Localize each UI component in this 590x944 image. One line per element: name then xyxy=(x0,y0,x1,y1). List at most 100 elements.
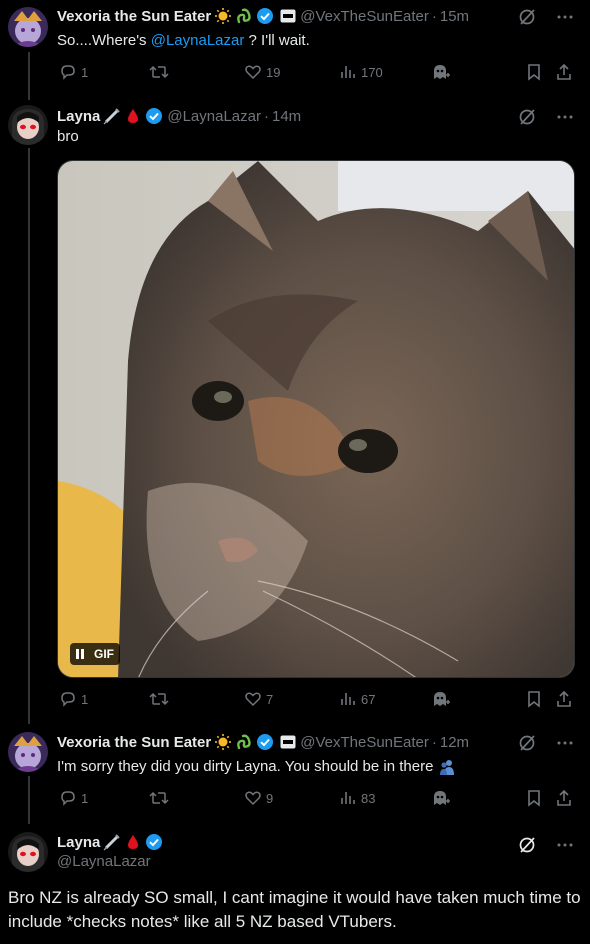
verified-badge-icon[interactable] xyxy=(145,107,163,125)
thread-line xyxy=(28,148,30,724)
snake-icon xyxy=(235,733,253,751)
repost-icon xyxy=(149,65,169,79)
display-name[interactable]: Vexoria the Sun Eater xyxy=(57,734,211,751)
display-name[interactable]: Vexoria the Sun Eater xyxy=(57,8,211,25)
views-icon xyxy=(341,66,355,78)
verified-badge-icon[interactable] xyxy=(256,7,274,25)
views-button[interactable]: 67 xyxy=(339,690,375,708)
repost-icon xyxy=(149,791,169,805)
bookmark-button[interactable] xyxy=(526,789,542,807)
reply-icon xyxy=(61,692,75,707)
thread-line xyxy=(28,776,30,824)
tweet-text: I'm sorry they did you dirty Layna. You … xyxy=(57,757,456,777)
bookmark-icon xyxy=(528,790,540,807)
sun-icon xyxy=(214,7,232,25)
reply-count: 1 xyxy=(81,790,89,806)
bookmark-icon xyxy=(528,691,540,708)
more-icon[interactable] xyxy=(556,836,574,859)
like-button[interactable]: 7 xyxy=(244,690,273,708)
share-icon xyxy=(557,63,571,80)
like-icon xyxy=(245,791,261,806)
ghost-icon xyxy=(434,65,450,79)
views-count: 83 xyxy=(361,790,376,806)
tweet-text-focused: Bro NZ is already SO small, I cant imagi… xyxy=(8,888,581,931)
snake-icon xyxy=(235,7,253,25)
timestamp[interactable]: 14m xyxy=(272,108,301,125)
handle[interactable]: @LaynaLazar xyxy=(167,108,261,125)
ghost-button[interactable] xyxy=(431,63,451,81)
share-button[interactable] xyxy=(555,789,573,807)
syringe-icon xyxy=(103,833,121,851)
ghost-button[interactable] xyxy=(431,690,451,708)
action-bar: 1 7 67 xyxy=(57,690,575,710)
verified-badge-icon[interactable] xyxy=(145,833,163,851)
timestamp[interactable]: 15m xyxy=(440,8,469,25)
tweet-3[interactable]: Vexoria the Sun Eater @VexTheSunEater · … xyxy=(0,720,590,824)
tweet-text-part: I'm sorry they did you dirty Layna. You … xyxy=(57,758,434,775)
separator-dot: · xyxy=(431,733,437,751)
gif-controls[interactable]: GIF xyxy=(70,643,120,665)
reply-button[interactable]: 1 xyxy=(59,789,88,807)
grok-icon[interactable] xyxy=(518,108,536,131)
bookmark-button[interactable] xyxy=(526,63,542,81)
separator-dot: · xyxy=(263,107,269,125)
handle[interactable]: @VexTheSunEater xyxy=(300,8,429,25)
share-icon xyxy=(557,690,571,707)
views-count: 67 xyxy=(361,691,376,707)
bookmark-icon xyxy=(528,64,540,81)
reply-button[interactable]: 1 xyxy=(59,63,88,81)
like-button[interactable]: 19 xyxy=(244,63,280,81)
views-button[interactable]: 170 xyxy=(339,63,383,81)
avatar[interactable] xyxy=(8,7,48,47)
share-icon xyxy=(557,789,571,806)
like-count: 9 xyxy=(266,790,274,806)
bookmark-button[interactable] xyxy=(526,690,542,708)
tweet-text-part: ? I'll wait. xyxy=(244,32,310,49)
affiliate-badge-icon[interactable] xyxy=(280,9,296,23)
repost-button[interactable] xyxy=(149,63,173,81)
avatar[interactable] xyxy=(8,732,48,772)
syringe-icon xyxy=(103,107,121,125)
grok-icon[interactable] xyxy=(518,836,536,859)
mention-link[interactable]: @LaynaLazar xyxy=(151,32,245,49)
gif-media[interactable]: GIF xyxy=(57,160,575,678)
grok-icon[interactable] xyxy=(518,8,536,31)
handle[interactable]: @VexTheSunEater xyxy=(300,734,429,751)
tweet-text-part: So....Where's xyxy=(57,32,151,49)
display-name[interactable]: Layna xyxy=(57,108,100,125)
tweet-text: bro xyxy=(57,128,79,145)
share-button[interactable] xyxy=(555,63,573,81)
reply-button[interactable]: 1 xyxy=(59,690,88,708)
repost-button[interactable] xyxy=(149,789,173,807)
verified-badge-icon[interactable] xyxy=(256,733,274,751)
reply-count: 1 xyxy=(81,691,89,707)
like-count: 7 xyxy=(266,691,274,707)
display-name[interactable]: Layna xyxy=(57,834,100,851)
ghost-icon xyxy=(434,791,450,805)
views-button[interactable]: 83 xyxy=(339,789,375,807)
grok-icon[interactable] xyxy=(518,734,536,757)
ghost-button[interactable] xyxy=(431,789,451,807)
handle[interactable]: @LaynaLazar xyxy=(57,853,151,870)
sun-icon xyxy=(214,733,232,751)
affiliate-badge-icon[interactable] xyxy=(280,735,296,749)
avatar[interactable] xyxy=(8,105,48,145)
like-button[interactable]: 9 xyxy=(244,789,273,807)
repost-button[interactable] xyxy=(149,690,173,708)
timestamp[interactable]: 12m xyxy=(440,734,469,751)
like-icon xyxy=(245,692,261,707)
more-icon[interactable] xyxy=(556,734,574,757)
thread-line xyxy=(28,52,30,100)
tweet-2[interactable]: Layna @LaynaLazar · 14m bro GIF 1 7 67 xyxy=(0,96,590,724)
more-icon[interactable] xyxy=(556,8,574,31)
reply-icon xyxy=(61,791,75,806)
more-icon[interactable] xyxy=(556,108,574,131)
tweet-text: So....Where's @LaynaLazar ? I'll wait. xyxy=(57,31,310,51)
like-count: 19 xyxy=(266,64,281,80)
share-button[interactable] xyxy=(555,690,573,708)
reply-icon xyxy=(61,65,75,80)
avatar[interactable] xyxy=(8,832,48,872)
pause-icon[interactable] xyxy=(76,649,84,659)
blood-drop-icon xyxy=(126,107,140,125)
tweet-1[interactable]: Vexoria the Sun Eater @VexTheSunEater · … xyxy=(0,0,590,100)
